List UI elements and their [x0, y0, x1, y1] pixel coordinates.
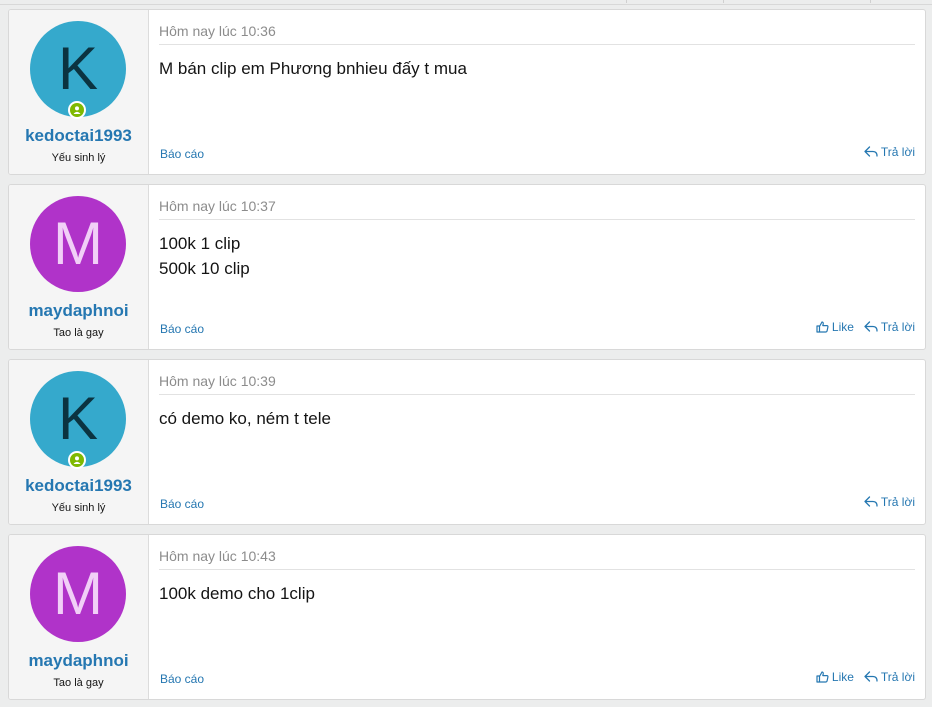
- like-button[interactable]: Like: [816, 670, 854, 684]
- post-body: có demo ko, ném t tele: [159, 406, 331, 431]
- reply-button[interactable]: Trả lời: [864, 320, 915, 334]
- reply-button[interactable]: Trả lời: [864, 495, 915, 509]
- username-link[interactable]: maydaphnoi: [9, 651, 148, 671]
- report-link[interactable]: Báo cáo: [160, 322, 204, 336]
- reply-label: Trả lời: [880, 145, 915, 159]
- post-text-line: có demo ko, ném t tele: [159, 409, 331, 428]
- post: M maydaphnoi Tao là gay Hôm nay lúc 10:3…: [8, 184, 926, 350]
- post-user-cell: K kedoctai1993 Yếu sinh lý: [9, 10, 149, 174]
- post-actions: Trả lời: [864, 495, 915, 509]
- user-title: Yếu sinh lý: [51, 152, 106, 164]
- post-body: 100k demo cho 1clip: [159, 581, 315, 606]
- user-title: Tao là gay: [53, 327, 104, 339]
- post-user-cell: M maydaphnoi Tao là gay: [9, 185, 149, 349]
- post-body: 100k 1 clip 500k 10 clip: [159, 231, 250, 281]
- reply-icon: [864, 146, 878, 157]
- post-timestamp[interactable]: Hôm nay lúc 10:37: [159, 198, 276, 214]
- report-link[interactable]: Báo cáo: [160, 147, 204, 161]
- post: K kedoctai1993 Yếu sinh lý Hôm nay lúc 1…: [8, 359, 926, 525]
- post-user-cell: M maydaphnoi Tao là gay: [9, 535, 149, 699]
- post-timestamp[interactable]: Hôm nay lúc 10:39: [159, 373, 276, 389]
- avatar-letter: K: [57, 385, 99, 452]
- username-link[interactable]: kedoctai1993: [9, 126, 148, 146]
- reply-button[interactable]: Trả lời: [864, 670, 915, 684]
- post: M maydaphnoi Tao là gay Hôm nay lúc 10:4…: [8, 534, 926, 700]
- like-label: Like: [831, 320, 854, 334]
- post-timestamp[interactable]: Hôm nay lúc 10:36: [159, 23, 276, 39]
- post-user-cell: K kedoctai1993 Yếu sinh lý: [9, 360, 149, 524]
- top-edge-bar: [0, 0, 932, 5]
- avatar[interactable]: M: [30, 546, 126, 642]
- reply-label: Trả lời: [880, 670, 915, 684]
- like-button[interactable]: Like: [816, 320, 854, 334]
- post-divider: [159, 394, 915, 395]
- avatar-letter: M: [53, 560, 103, 627]
- user-title: Yếu sinh lý: [51, 502, 106, 514]
- post: K kedoctai1993 Yếu sinh lý Hôm nay lúc 1…: [8, 9, 926, 175]
- thumbs-up-icon: [816, 321, 829, 333]
- reply-icon: [864, 496, 878, 507]
- post-text-line: 500k 10 clip: [159, 259, 250, 278]
- username-link[interactable]: kedoctai1993: [9, 476, 148, 496]
- post-divider: [159, 219, 915, 220]
- avatar-letter: K: [57, 35, 99, 102]
- online-status-icon: [68, 451, 86, 469]
- reply-button[interactable]: Trả lời: [864, 145, 915, 159]
- thumbs-up-icon: [816, 671, 829, 683]
- avatar[interactable]: M: [30, 196, 126, 292]
- post-divider: [159, 569, 915, 570]
- post-body: M bán clip em Phương bnhieu đấy t mua: [159, 56, 467, 81]
- post-text-line: M bán clip em Phương bnhieu đấy t mua: [159, 59, 467, 78]
- report-link[interactable]: Báo cáo: [160, 497, 204, 511]
- post-actions: Like Trả lời: [816, 670, 915, 684]
- post-text-line: 100k 1 clip: [159, 234, 241, 253]
- reply-label: Trả lời: [880, 495, 915, 509]
- username-link[interactable]: maydaphnoi: [9, 301, 148, 321]
- reply-icon: [864, 671, 878, 682]
- like-label: Like: [831, 670, 854, 684]
- post-text-line: 100k demo cho 1clip: [159, 584, 315, 603]
- avatar-letter: M: [53, 210, 103, 277]
- post-divider: [159, 44, 915, 45]
- online-status-icon: [68, 101, 86, 119]
- post-actions: Like Trả lời: [816, 320, 915, 334]
- report-link[interactable]: Báo cáo: [160, 672, 204, 686]
- post-actions: Trả lời: [864, 145, 915, 159]
- user-title: Tao là gay: [53, 677, 104, 689]
- reply-label: Trả lời: [880, 320, 915, 334]
- post-timestamp[interactable]: Hôm nay lúc 10:43: [159, 548, 276, 564]
- reply-icon: [864, 321, 878, 332]
